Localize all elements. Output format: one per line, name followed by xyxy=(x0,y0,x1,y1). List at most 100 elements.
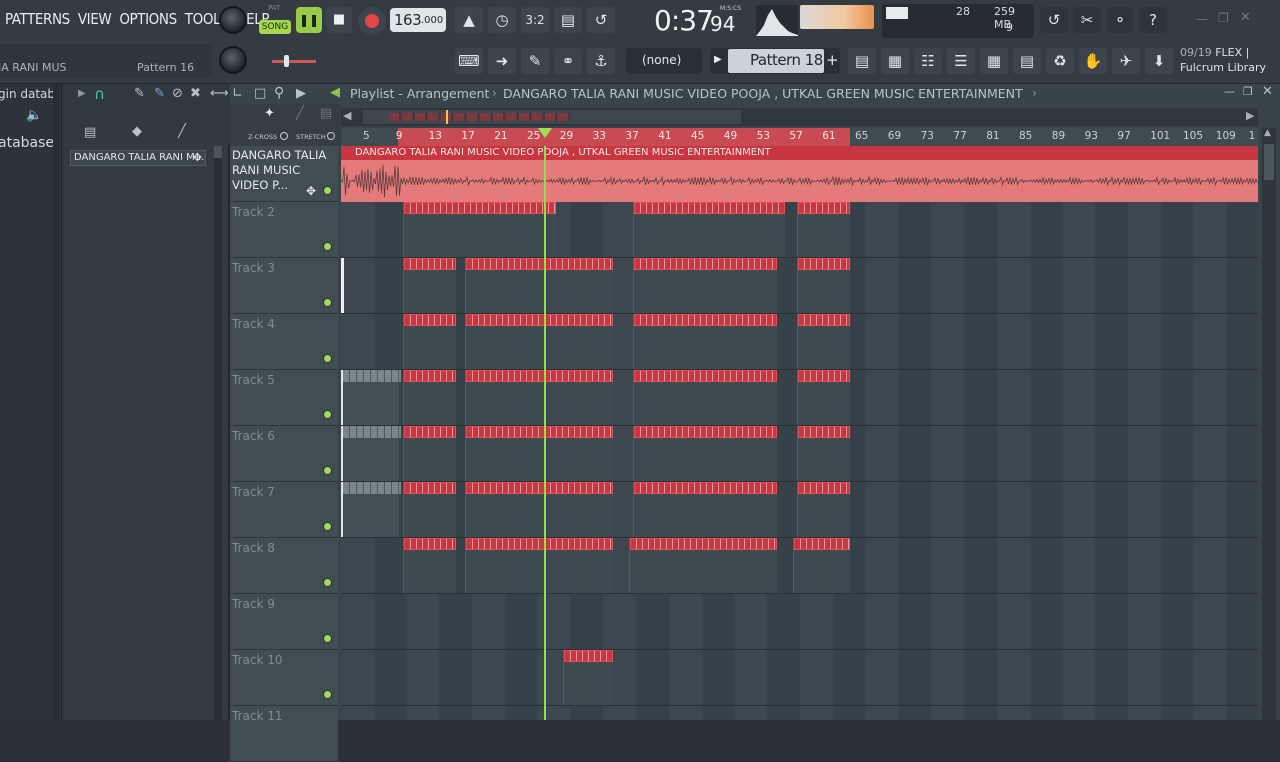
pattern-clip[interactable] xyxy=(797,258,850,313)
track-mute-led[interactable] xyxy=(323,354,332,363)
touch-keyboard-icon[interactable]: ✋ xyxy=(1079,48,1107,74)
loop-record-icon[interactable]: ↺ xyxy=(587,7,615,33)
pattern-clip[interactable] xyxy=(403,258,456,313)
track-lane[interactable] xyxy=(341,426,1258,482)
play-arrow-icon[interactable]: ▶ xyxy=(78,88,86,99)
stop-button[interactable]: ■ xyxy=(326,7,352,33)
zcross-toggle[interactable] xyxy=(280,132,288,140)
track-lane[interactable] xyxy=(341,706,1258,720)
pattern-clip[interactable] xyxy=(465,314,613,369)
track-header[interactable]: Track 5 xyxy=(230,370,338,426)
restore-window-icon[interactable]: ❐ xyxy=(1218,11,1229,25)
track-mute-led[interactable] xyxy=(323,466,332,475)
speaker-icon[interactable]: 🔈 xyxy=(26,108,42,123)
project-browser-icon[interactable]: ▤ xyxy=(1013,48,1041,74)
zoom-icon[interactable]: ⚲ xyxy=(274,85,284,101)
wait-input-icon[interactable]: ◷ xyxy=(488,7,516,33)
pattern-clip[interactable] xyxy=(793,538,850,593)
track-lane[interactable] xyxy=(341,258,1258,314)
slice-icon[interactable]: ∟ xyxy=(232,86,243,101)
undo-icon[interactable]: ↺ xyxy=(1040,7,1068,33)
stretch-toggle[interactable] xyxy=(327,132,335,140)
pattern-clip[interactable] xyxy=(797,202,850,257)
pattern-clip[interactable] xyxy=(403,370,456,425)
pattern-clip[interactable] xyxy=(563,650,613,705)
gray-pattern-clip[interactable] xyxy=(341,370,399,425)
timeline-ruler[interactable]: 5 9 13 17 21 25 29 33 37 41 45 49 53 57 61 65 69 73 77 81 85… xyxy=(341,128,1258,146)
menu-patterns[interactable]: PATTERNS xyxy=(4,8,71,30)
waveform-tool-icon[interactable]: ✦ xyxy=(264,106,275,121)
minimize-window-icon[interactable]: — xyxy=(1196,12,1208,26)
track-header[interactable]: Track 10 xyxy=(230,650,338,706)
menu-view[interactable]: VIEW xyxy=(77,8,112,30)
track-lane[interactable] xyxy=(341,650,1258,706)
tempo-display[interactable]: 163 .000 xyxy=(390,8,446,32)
track-header[interactable]: Track 9 xyxy=(230,594,338,650)
track-header[interactable]: Track 11 xyxy=(230,706,338,762)
automation-icon[interactable]: ╱ xyxy=(178,124,186,139)
track-mute-led[interactable] xyxy=(323,634,332,643)
pat-song-switch[interactable]: PAT SONG xyxy=(258,4,292,36)
download-icon[interactable]: ⬇ xyxy=(1145,48,1173,74)
gray-pattern-clip[interactable] xyxy=(341,426,399,481)
playlist-scrollbar[interactable]: ▲ xyxy=(1262,128,1276,720)
picker-scrollbar[interactable] xyxy=(214,146,222,720)
gray-pattern-clip[interactable] xyxy=(341,482,399,537)
mixer-icon[interactable]: ☰ xyxy=(947,48,975,74)
automation-tool-icon[interactable]: ╱ xyxy=(296,106,304,121)
delete-icon[interactable]: ⊘ xyxy=(172,86,183,101)
playlist-menu-arrow-icon[interactable]: ◀ xyxy=(330,85,340,100)
track-lane[interactable] xyxy=(341,314,1258,370)
track-header[interactable]: Track 7 xyxy=(230,482,338,538)
playlist-close-icon[interactable]: ✕ xyxy=(1262,84,1273,99)
pattern-label[interactable]: Pattern 16 xyxy=(137,61,194,74)
track-header[interactable]: Track 4 xyxy=(230,314,338,370)
channel-rack-icon[interactable]: ☷ xyxy=(914,48,942,74)
pattern-clip[interactable] xyxy=(633,202,785,257)
song-position-marker[interactable] xyxy=(538,128,552,138)
pattern-clip[interactable] xyxy=(403,538,456,593)
paint-brush-icon[interactable]: ✎ xyxy=(521,48,549,74)
plugin-picker-icon[interactable]: ▦ xyxy=(980,48,1008,74)
track-lane[interactable] xyxy=(341,202,1258,258)
pause-button[interactable]: ❚❚ xyxy=(296,7,322,33)
pattern-clip[interactable] xyxy=(633,482,777,537)
mute-icon[interactable]: ✖ xyxy=(190,86,201,101)
snap-select[interactable]: (none) xyxy=(626,48,702,74)
time-display[interactable]: 0:37 94 M:S:CS xyxy=(620,4,748,38)
pattern-tool-icon[interactable]: ▤ xyxy=(320,106,332,121)
browser-item-database[interactable]: atabase xyxy=(0,135,54,151)
microphone-icon[interactable]: ⚬ xyxy=(1106,7,1134,33)
playlist-maximize-icon[interactable]: ❐ xyxy=(1243,85,1253,98)
pattern-clip[interactable] xyxy=(797,370,850,425)
countdown-icon[interactable]: 3:2 xyxy=(521,7,549,33)
pattern-clip[interactable] xyxy=(465,482,613,537)
pattern-clip[interactable] xyxy=(629,538,777,593)
piano-roll-icon[interactable]: ▦ xyxy=(881,48,909,74)
pattern-clip[interactable] xyxy=(403,426,456,481)
overview-left-arrow-icon[interactable]: ◀ xyxy=(343,109,351,122)
master-volume-knob[interactable] xyxy=(219,6,247,34)
browser-item-plugin-database[interactable]: gin datab. xyxy=(0,87,59,101)
help-icon[interactable]: ? xyxy=(1139,7,1167,33)
pattern-clip[interactable] xyxy=(465,538,613,593)
arrangement-grid[interactable]: DANGARO TALIA RANI MUSIC VIDEO POOJA , U… xyxy=(341,146,1258,720)
audio-clip[interactable]: DANGARO TALIA RANI MUSIC VIDEO POOJA , U… xyxy=(341,146,1258,202)
picker-item[interactable]: DANGARO TALIA RANI M... ✥ xyxy=(70,150,206,166)
pattern-clip[interactable] xyxy=(403,202,556,257)
song-label[interactable]: SONG xyxy=(259,20,291,34)
pattern-clip[interactable] xyxy=(465,258,613,313)
cut-icon[interactable]: ✂ xyxy=(1073,7,1101,33)
typing-keyboard-icon[interactable]: ⌨ xyxy=(455,48,483,74)
news-panel[interactable]: 09/19 FLEX | Fulcrum Library xyxy=(1180,45,1280,79)
pattern-selector[interactable]: ▶ Pattern 18 + xyxy=(710,48,840,74)
close-window-icon[interactable]: ✕ xyxy=(1240,10,1251,25)
pattern-clip[interactable] xyxy=(465,426,613,481)
metronome-icon[interactable]: ▲ xyxy=(455,7,483,33)
track-header[interactable]: Track 8 xyxy=(230,538,338,594)
track-mute-led[interactable] xyxy=(323,522,332,531)
track-mute-led[interactable] xyxy=(323,690,332,699)
step-edit-icon[interactable]: ▤ xyxy=(554,7,582,33)
pattern-clip[interactable] xyxy=(797,426,850,481)
track-mute-led[interactable] xyxy=(323,298,332,307)
